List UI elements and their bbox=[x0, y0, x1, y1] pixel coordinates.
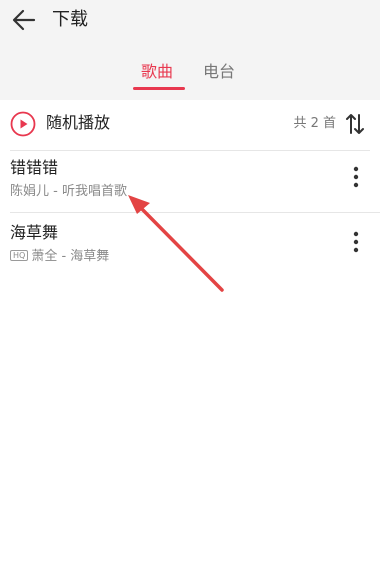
shuffle-play-label[interactable]: 随机播放 bbox=[46, 112, 110, 134]
song-artist-album: 陈娟儿 - 听我唱首歌 bbox=[10, 184, 127, 199]
divider bbox=[10, 150, 370, 151]
tab-songs[interactable]: 歌曲 bbox=[141, 60, 173, 84]
song-subtitle: 陈娟儿 - 听我唱首歌 bbox=[10, 183, 127, 201]
back-arrow-icon[interactable] bbox=[10, 6, 38, 34]
song-row[interactable]: 错错错 陈娟儿 - 听我唱首歌 bbox=[0, 153, 380, 213]
song-count: 共 2 首 bbox=[293, 116, 336, 131]
sort-icon[interactable] bbox=[344, 111, 366, 137]
song-subtitle: HQ 萧全 - 海草舞 bbox=[10, 248, 109, 266]
more-vertical-icon[interactable] bbox=[346, 163, 366, 191]
song-title: 海草舞 bbox=[10, 223, 59, 242]
top-bar: 下载 歌曲 电台 bbox=[0, 0, 380, 100]
shuffle-play-row[interactable]: 随机播放 共 2 首 bbox=[0, 100, 380, 148]
page-title: 下载 bbox=[52, 9, 88, 30]
more-vertical-icon[interactable] bbox=[346, 228, 366, 256]
active-tab-indicator bbox=[133, 87, 185, 90]
divider bbox=[10, 212, 380, 213]
tab-bar: 歌曲 电台 bbox=[0, 60, 380, 90]
song-artist-album: 萧全 - 海草舞 bbox=[31, 249, 110, 264]
song-title: 错错错 bbox=[10, 158, 59, 177]
hq-badge: HQ bbox=[10, 250, 29, 261]
tab-radio[interactable]: 电台 bbox=[203, 60, 235, 84]
play-circle-icon[interactable] bbox=[10, 111, 36, 137]
song-row[interactable]: 海草舞 HQ 萧全 - 海草舞 bbox=[0, 218, 380, 278]
